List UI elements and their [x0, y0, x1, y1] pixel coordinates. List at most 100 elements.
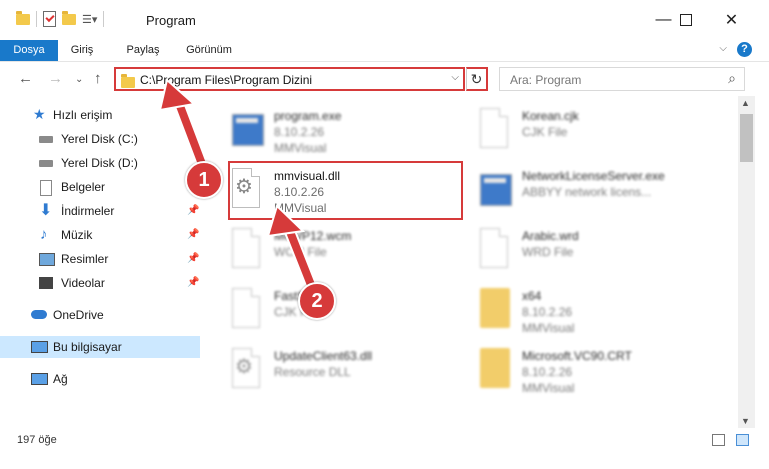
chevron-down-icon[interactable]: ⌵	[451, 72, 459, 83]
file-name: UpdateClient63.dll	[274, 349, 373, 363]
scrollbar-thumb[interactable]	[740, 114, 753, 162]
file-list: program.exe 8.10.2.26 MMVisual Korean.cj…	[208, 96, 738, 426]
sidebar-item-quick-access[interactable]: ★ Hızlı erişim	[0, 104, 200, 126]
file-info: 8.10.2.26	[522, 365, 573, 379]
pin-icon[interactable]: 📌	[187, 248, 199, 270]
sidebar-item-label: Müzik	[61, 228, 93, 242]
search-input[interactable]: Ara: Program ⌕	[499, 67, 745, 91]
help-icon[interactable]: ?	[737, 42, 752, 57]
pictures-icon	[39, 253, 55, 266]
document-icon	[480, 228, 512, 270]
refresh-button[interactable]: ↻	[466, 67, 488, 91]
file-tile[interactable]: Arabic.wrd WRD File	[476, 220, 721, 282]
large-icons-view-icon[interactable]	[736, 434, 749, 446]
sidebar-item-pictures[interactable]: Resimler 📌	[0, 248, 200, 270]
document-icon	[232, 288, 264, 330]
file-info: ABBYY network licens...	[522, 185, 652, 199]
folder-icon	[16, 10, 30, 25]
back-arrow-icon[interactable]: ←	[18, 70, 33, 87]
navigation-bar: ← → ⌄ ↑ C:\Program Files\Program Dizini …	[0, 62, 769, 96]
music-icon: ♪	[40, 226, 48, 243]
sidebar-item-downloads[interactable]: ⬇ İndirmeler 📌	[0, 200, 200, 222]
tab-share[interactable]: Paylaş	[120, 40, 166, 61]
recent-locations-icon[interactable]: ⌄	[75, 74, 83, 85]
sidebar-item-documents[interactable]: Belgeler 📌	[0, 176, 200, 198]
exe-icon	[480, 168, 512, 210]
file-tile[interactable]: FastSe.cjk CJK File	[228, 280, 473, 342]
file-name: MeWP12.wcm	[274, 229, 352, 243]
quick-access-toolbar: ☰▾	[16, 10, 105, 27]
file-name: Korean.cjk	[522, 109, 579, 123]
window-title: Program	[146, 13, 196, 28]
divider	[36, 11, 37, 27]
tab-home[interactable]: Giriş	[62, 40, 102, 61]
sidebar-item-music[interactable]: ♪ Müzik 📌	[0, 224, 200, 246]
file-name: x64	[522, 289, 542, 303]
sidebar-item-network[interactable]: Ağ	[0, 368, 200, 390]
file-tile[interactable]: x64 8.10.2.26 MMVisual	[476, 280, 721, 342]
computer-icon	[31, 341, 48, 353]
new-folder-icon[interactable]	[62, 10, 76, 25]
sidebar-item-videos[interactable]: Videolar 📌	[0, 272, 200, 294]
address-path[interactable]: C:\Program Files\Program Dizini	[140, 73, 312, 87]
title-bar: ☰▾ Program — ✕	[0, 0, 769, 40]
sidebar-item-this-pc[interactable]: Bu bilgisayar	[0, 336, 200, 358]
sidebar-item-label: OneDrive	[53, 308, 104, 322]
expand-ribbon-icon[interactable]: ⌵	[719, 43, 727, 54]
callout-badge: 1	[185, 161, 223, 199]
highlight-box	[228, 161, 463, 220]
maximize-button[interactable]	[663, 6, 708, 34]
sidebar-item-label: Yerel Disk (C:)	[61, 132, 138, 146]
package-icon	[480, 348, 512, 390]
document-icon	[480, 108, 512, 150]
sidebar-item-disk-c[interactable]: Yerel Disk (C:)	[0, 128, 200, 150]
forward-arrow-icon[interactable]: →	[48, 70, 63, 87]
file-info: Resource DLL	[274, 365, 351, 379]
documents-icon	[40, 180, 52, 196]
sidebar-item-onedrive[interactable]: OneDrive	[0, 304, 200, 326]
file-name: Microsoft.VC90.CRT	[522, 349, 632, 363]
file-tile[interactable]: NetworkLicenseServer.exe ABBYY network l…	[476, 160, 721, 222]
videos-icon	[39, 277, 53, 289]
file-tile[interactable]: Microsoft.VC90.CRT 8.10.2.26 MMVisual	[476, 340, 721, 402]
maximize-icon	[679, 14, 692, 26]
drive-icon	[39, 160, 53, 167]
address-bar[interactable]: C:\Program Files\Program Dizini ⌵	[114, 67, 465, 91]
tab-file[interactable]: Dosya	[0, 40, 58, 61]
file-name: Arabic.wrd	[522, 229, 579, 243]
divider	[103, 11, 105, 27]
callout-badge: 2	[298, 282, 336, 320]
file-name: program.exe	[274, 109, 342, 123]
tab-view[interactable]: Görünüm	[180, 40, 238, 61]
vertical-scrollbar[interactable]: ▲ ▼	[738, 96, 755, 428]
sidebar-item-label: Hızlı erişim	[53, 108, 113, 122]
details-view-icon[interactable]	[712, 434, 725, 446]
sidebar-item-disk-d[interactable]: Yerel Disk (D:)	[0, 152, 200, 174]
file-tile[interactable]: MeWP12.wcm WCM File	[228, 220, 473, 282]
properties-icon[interactable]	[43, 11, 56, 27]
sidebar-item-label: Videolar	[61, 276, 105, 290]
sidebar-item-label: Resimler	[61, 252, 109, 266]
file-info: CJK File	[522, 125, 568, 139]
sidebar-item-label: Ağ	[53, 372, 68, 386]
pin-icon[interactable]: 📌	[187, 200, 199, 222]
scroll-up-icon[interactable]: ▲	[741, 98, 750, 108]
scroll-down-icon[interactable]: ▼	[741, 416, 750, 426]
ribbon: Dosya Giriş Paylaş Görünüm ⌵ ?	[0, 40, 769, 62]
search-icon[interactable]: ⌕	[728, 70, 736, 87]
customize-toolbar-icon[interactable]: ☰▾	[82, 13, 97, 26]
close-button[interactable]: ✕	[709, 6, 754, 34]
file-tile[interactable]: ⚙ UpdateClient63.dll Resource DLL	[228, 340, 473, 402]
file-info: MMVisual	[522, 381, 575, 395]
sidebar-item-label: İndirmeler	[61, 204, 115, 218]
file-tile[interactable]: program.exe 8.10.2.26 MMVisual	[228, 100, 473, 162]
dll-gear-icon: ⚙	[232, 348, 264, 390]
file-info: WCM File	[274, 245, 327, 259]
navigation-pane: ★ Hızlı erişim Yerel Disk (C:) Yerel Dis…	[0, 100, 205, 420]
pin-icon[interactable]: 📌	[187, 272, 199, 294]
file-tile[interactable]: Korean.cjk CJK File	[476, 100, 721, 162]
pin-icon[interactable]: 📌	[187, 224, 199, 246]
up-arrow-icon[interactable]: ↑	[94, 70, 102, 87]
document-icon	[232, 228, 264, 270]
drive-icon	[39, 136, 53, 143]
